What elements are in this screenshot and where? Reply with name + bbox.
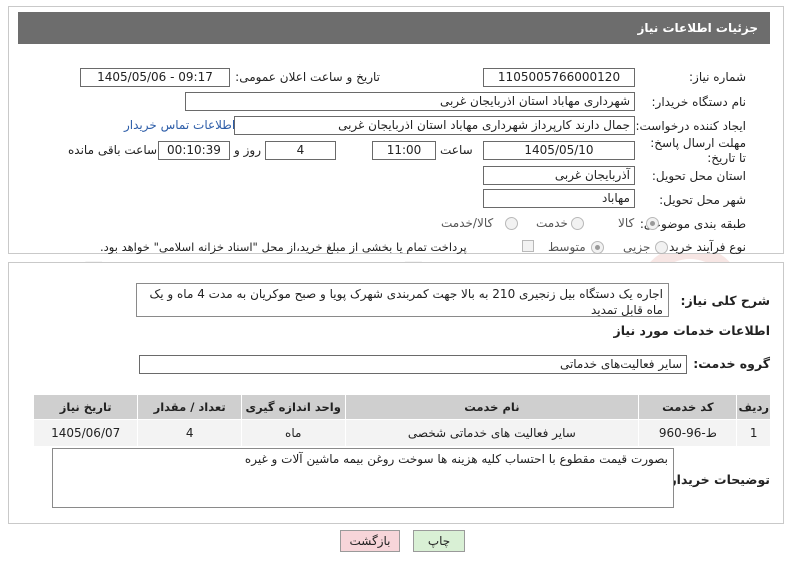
print-button[interactable]: چاپ — [413, 530, 465, 552]
col-need-date-header: تاریخ نیاز — [32, 394, 139, 420]
remaining-time-field[interactable]: 00:10:39 — [158, 141, 230, 160]
cell-quantity: 4 — [137, 419, 242, 447]
remaining-days-field[interactable]: 4 — [265, 141, 336, 160]
buyer-org-field[interactable]: شهرداری مهاباد استان اذربایجان غربی — [185, 92, 635, 111]
panel-header: جزئیات اطلاعات نیاز — [18, 12, 770, 44]
col-unit-header: واحد اندازه گیری — [240, 394, 346, 420]
need-number-field[interactable]: 1105005766000120 — [483, 68, 635, 87]
category-goods-service-radio[interactable] — [505, 217, 518, 230]
purchase-medium-label: متوسط — [548, 240, 586, 254]
announce-date-label: تاریخ و ساعت اعلان عمومی: — [235, 70, 380, 84]
province-label: استان محل تحویل: — [651, 169, 746, 183]
buyer-notes-label: توضیحات خریدار: — [664, 472, 770, 487]
buyer-org-label: نام دستگاه خریدار: — [651, 95, 747, 109]
category-goods-label: کالا — [618, 216, 635, 230]
col-service-name-header: نام خدمت — [344, 394, 640, 420]
col-service-code-header: کد خدمت — [638, 394, 738, 420]
purchase-medium-radio[interactable] — [591, 241, 604, 254]
category-service-radio[interactable] — [571, 217, 584, 230]
cell-need-date: 1405/06/07 — [32, 419, 139, 447]
category-goods-service-label: کالا/خدمت — [441, 216, 494, 230]
services-section-title: اطلاعات خدمات مورد نیاز — [613, 323, 771, 338]
treasury-payment-checkbox[interactable] — [522, 240, 534, 252]
province-field[interactable]: آذربایجان غربی — [483, 166, 635, 185]
treasury-payment-note: پرداخت تمام یا بخشی از مبلغ خرید،از محل … — [100, 240, 467, 254]
service-group-field[interactable]: سایر فعالیت‌های خدماتی — [139, 355, 687, 374]
purchase-type-label: نوع فرآیند خرید : — [661, 240, 746, 254]
need-number-label: شماره نیاز: — [689, 70, 746, 84]
cell-service-name: سایر فعالیت های خدماتی شخصی — [344, 419, 640, 447]
buyer-notes-textarea[interactable]: بصورت قیمت مقطوع با احتساب کلیه هزینه ها… — [52, 448, 674, 508]
category-service-label: خدمت — [536, 216, 568, 230]
city-field[interactable]: مهاباد — [483, 189, 635, 208]
services-table: ردیف کد خدمت نام خدمت واحد اندازه گیری ت… — [32, 394, 771, 447]
col-quantity-header: تعداد / مقدار — [137, 394, 242, 420]
back-button[interactable]: بازگشت — [340, 530, 400, 552]
description-label: شرح کلی نیاز: — [680, 293, 770, 308]
description-textarea[interactable]: اجاره یک دستگاه بیل زنجیری 210 به بالا ج… — [136, 283, 669, 317]
deadline-label: مهلت ارسال پاسخ: تا تاریخ: — [650, 136, 746, 165]
announce-date-field[interactable]: 1405/05/06 - 09:17 — [80, 68, 230, 87]
city-label: شهر محل تحویل: — [659, 193, 746, 207]
cell-unit: ماه — [240, 419, 346, 447]
creator-label: ایجاد کننده درخواست: — [635, 119, 746, 133]
category-goods-radio[interactable] — [646, 217, 659, 230]
buyer-contact-link[interactable]: اطلاعات تماس خریدار — [124, 118, 235, 132]
deadline-time-label: ساعت — [440, 143, 473, 157]
cell-service-code: ط-96-960 — [638, 419, 738, 447]
days-label: روز و — [234, 143, 261, 157]
purchase-minor-radio[interactable] — [655, 241, 668, 254]
table-row: 1 ط-96-960 سایر فعالیت های خدماتی شخصی م… — [32, 419, 771, 447]
services-table-header: ردیف کد خدمت نام خدمت واحد اندازه گیری ت… — [32, 394, 771, 420]
deadline-date-field[interactable]: 1405/05/10 — [483, 141, 635, 160]
service-group-label: گروه خدمت: — [693, 356, 770, 371]
deadline-time-field[interactable]: 11:00 — [372, 141, 436, 160]
creator-field[interactable]: جمال دارند کارپرداز شهرداری مهاباد استان… — [234, 116, 635, 135]
purchase-minor-label: جزیی — [623, 240, 651, 254]
cell-row-number: 1 — [736, 419, 771, 447]
col-row-header: ردیف — [736, 394, 771, 420]
remaining-label: ساعت باقی مانده — [68, 143, 158, 157]
